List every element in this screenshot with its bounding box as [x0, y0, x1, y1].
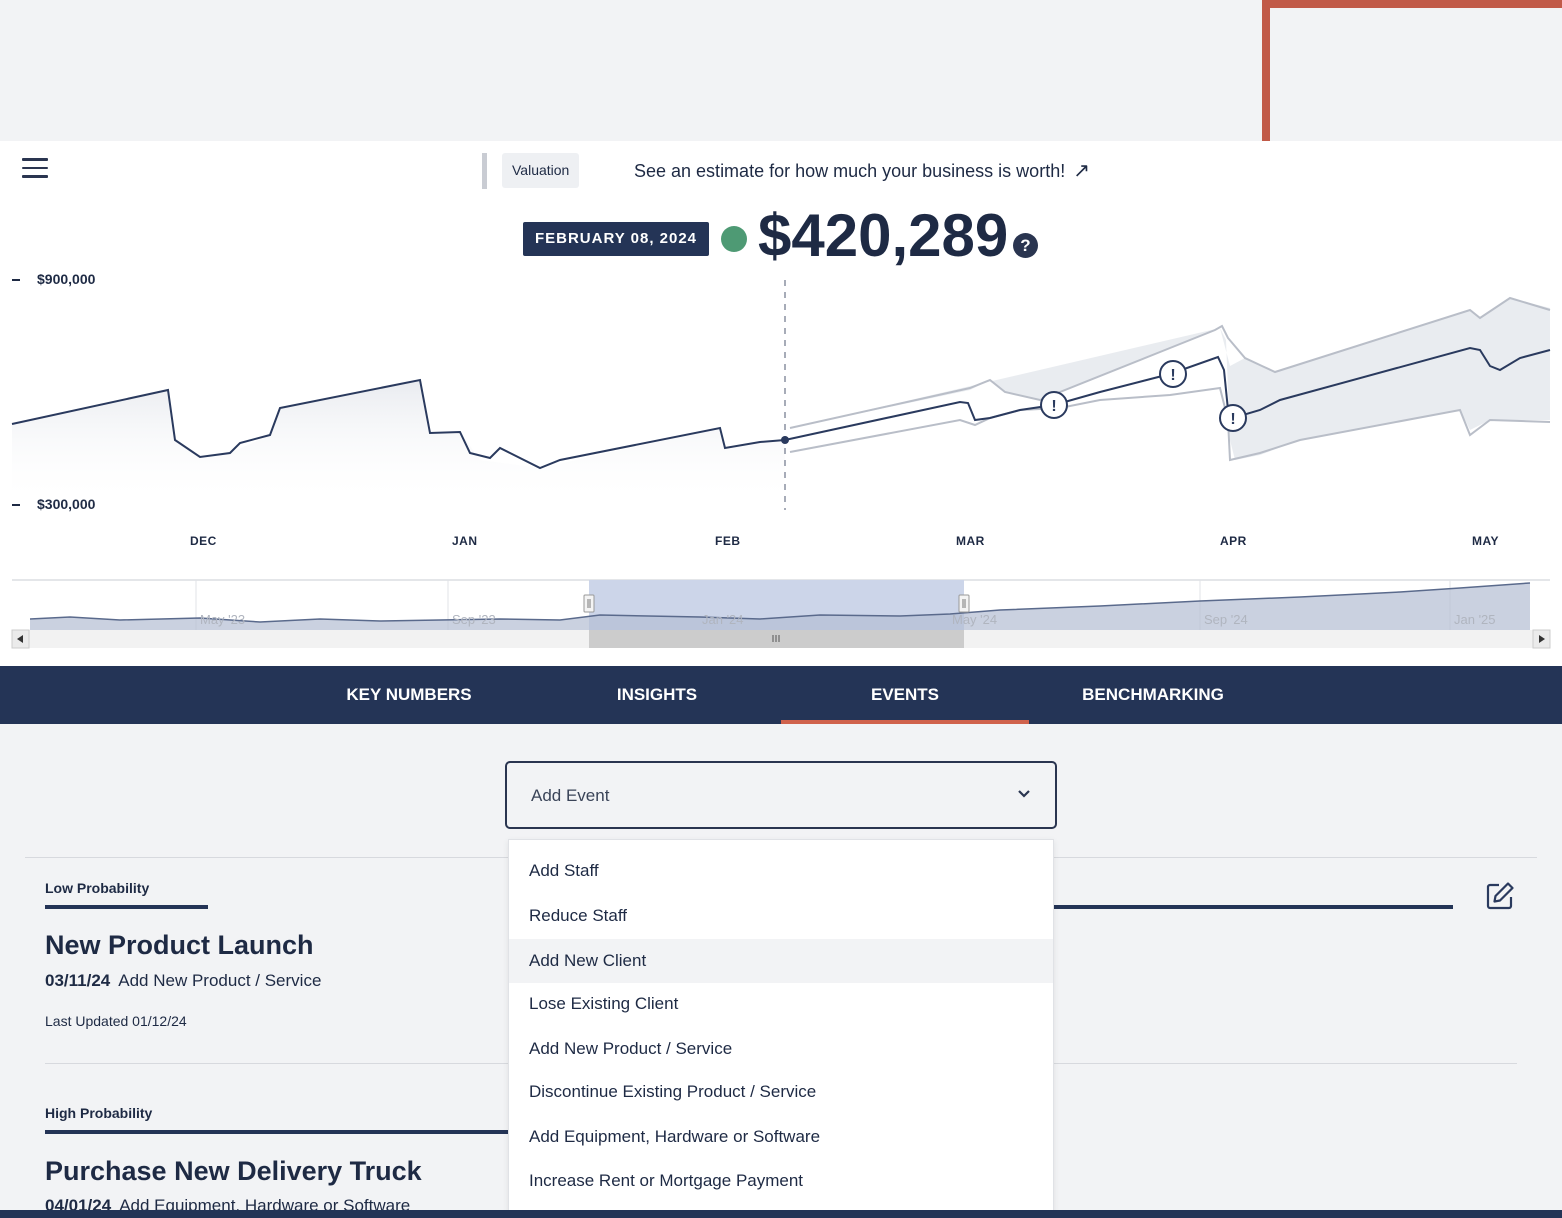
- x-tick-label: MAY: [1472, 534, 1500, 548]
- probability-label: High Probability: [45, 1105, 153, 1121]
- divider: [482, 153, 487, 189]
- tab-key-numbers[interactable]: KEY NUMBERS: [285, 666, 533, 724]
- navigator-label: May '23: [200, 612, 245, 627]
- add-event-dropdown: Add Staff Reduce Staff Add New Client Lo…: [508, 839, 1054, 1218]
- svg-text:!: !: [1051, 398, 1056, 415]
- tab-bar: KEY NUMBERS INSIGHTS EVENTS BENCHMARKING: [0, 666, 1562, 724]
- today-dot: [781, 436, 789, 444]
- edit-icon[interactable]: [1485, 881, 1515, 911]
- dropdown-option-increase-rent[interactable]: Increase Rent or Mortgage Payment: [509, 1159, 1053, 1203]
- highlight-frame: [1262, 0, 1562, 141]
- event-marker[interactable]: !: [1040, 391, 1068, 419]
- menu-icon[interactable]: [22, 158, 48, 178]
- event-title: Purchase New Delivery Truck: [45, 1156, 422, 1186]
- event-type: Add New Product / Service: [118, 971, 322, 990]
- event-title: New Product Launch: [45, 930, 314, 960]
- x-tick-label: JAN: [452, 534, 478, 548]
- selected-date-badge: FEBRUARY 08, 2024: [523, 222, 709, 256]
- navigator-label: Jan '25: [1454, 612, 1496, 627]
- estimate-link-text: See an estimate for how much your busine…: [634, 161, 1066, 181]
- x-tick-label: FEB: [715, 534, 741, 548]
- tab-events[interactable]: EVENTS: [781, 666, 1029, 724]
- event-date: 03/11/24: [45, 971, 111, 990]
- valuation-tag: Valuation: [502, 153, 580, 188]
- navigator-label: Sep '24: [1204, 612, 1248, 627]
- dropdown-option-discontinue-product[interactable]: Discontinue Existing Product / Service: [509, 1070, 1053, 1114]
- dropdown-option-add-new-client[interactable]: Add New Client: [509, 939, 1053, 983]
- probability-bar-track: [1054, 905, 1453, 909]
- x-tick-label: APR: [1220, 534, 1247, 548]
- navigator-label: Sep '23: [452, 612, 496, 627]
- probability-bar: [45, 1130, 510, 1134]
- navigator-label: Jan '24: [702, 612, 744, 627]
- svg-text:!: !: [1230, 411, 1235, 428]
- dropdown-option-add-product[interactable]: Add New Product / Service: [509, 1027, 1053, 1071]
- event-marker[interactable]: !: [1159, 360, 1187, 388]
- bottom-bar: [0, 1210, 1562, 1218]
- x-tick-label: MAR: [956, 534, 985, 548]
- tab-insights[interactable]: INSIGHTS: [533, 666, 781, 724]
- dropdown-option-add-equipment[interactable]: Add Equipment, Hardware or Software: [509, 1115, 1053, 1159]
- estimate-link[interactable]: See an estimate for how much your busine…: [634, 158, 1090, 184]
- status-dot: [721, 226, 747, 252]
- app-window: Valuation See an estimate for how much y…: [0, 0, 1562, 1218]
- add-event-placeholder: Add Event: [531, 786, 610, 805]
- valuation-value: $420,289: [758, 202, 1009, 269]
- last-updated: Last Updated 01/12/24: [45, 1013, 187, 1029]
- event-marker[interactable]: !: [1219, 404, 1247, 432]
- dropdown-option-reduce-staff[interactable]: Reduce Staff: [509, 894, 1053, 938]
- external-link-icon: ↗: [1073, 160, 1090, 182]
- svg-text:!: !: [1170, 367, 1175, 384]
- navigator-label: May '24: [952, 612, 997, 627]
- chart-navigator[interactable]: May '23 Sep '23 Jan '24 May '24 Sep '24 …: [0, 575, 1562, 655]
- event-details: 03/11/24 Add New Product / Service: [45, 971, 321, 991]
- probability-label: Low Probability: [45, 880, 150, 896]
- navigator-handle-left[interactable]: [583, 594, 595, 613]
- navigator-handle-right[interactable]: [958, 594, 970, 613]
- tab-benchmarking[interactable]: BENCHMARKING: [1029, 666, 1277, 724]
- x-tick-label: DEC: [190, 534, 217, 548]
- valuation-chart[interactable]: ! ! !: [0, 270, 1562, 520]
- help-icon[interactable]: ?: [1013, 233, 1038, 258]
- dropdown-option-lose-existing-client[interactable]: Lose Existing Client: [509, 982, 1053, 1026]
- add-event-select[interactable]: Add Event: [505, 761, 1057, 829]
- chevron-down-icon: [1018, 790, 1030, 798]
- dropdown-option-add-staff[interactable]: Add Staff: [509, 849, 1053, 893]
- probability-bar: [45, 905, 208, 909]
